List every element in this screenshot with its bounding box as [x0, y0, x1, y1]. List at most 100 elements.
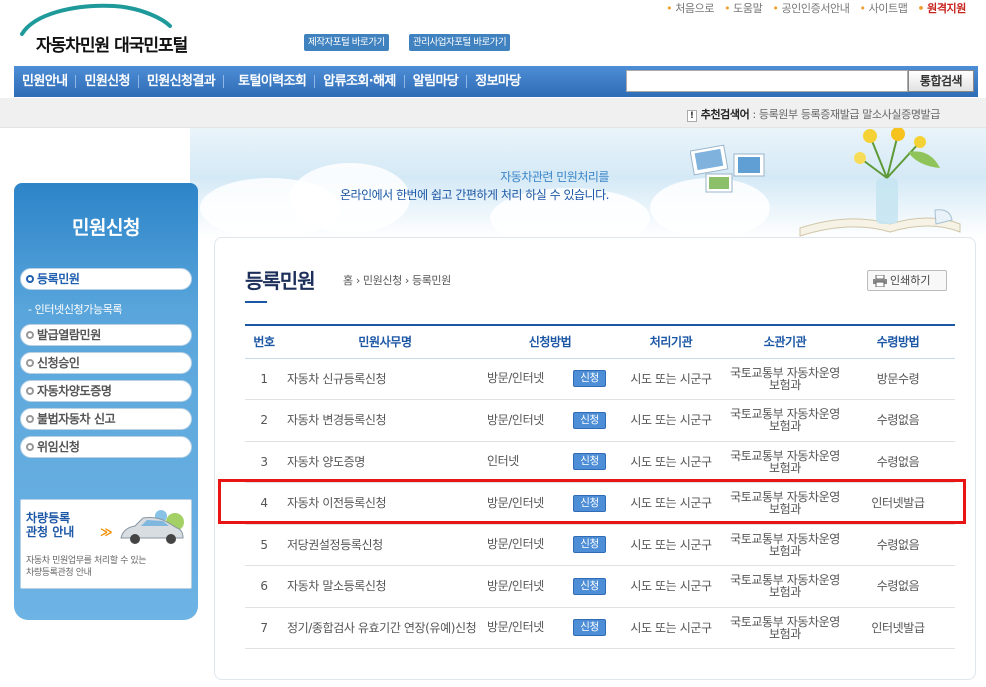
apply-button[interactable]: 신청: [573, 619, 606, 637]
sidebar-item-transfer-cert[interactable]: 자동차양도증명: [20, 380, 192, 402]
cell-owner: 국토교통부 자동차운영보험과: [729, 399, 841, 442]
apply-button[interactable]: 신청: [573, 453, 606, 471]
business-portal-link[interactable]: 관리사업자포털 바로가기: [409, 34, 511, 51]
cell-method: 인터넷 신청: [487, 441, 613, 483]
cell-name[interactable]: 자동차 변경등록신청: [283, 399, 487, 442]
table-row: 2 자동차 변경등록신청 방문/인터넷 신청 시도 또는 시군구 국토교통부 자동…: [245, 399, 955, 442]
col-header-owner: 소관기관: [729, 324, 841, 359]
recommend-keyword-list[interactable]: 등록원부 등록증재발급 말소사실증명발급: [759, 108, 941, 121]
table-row: 7 정기/종합검사 유효기간 연장(유예)신청 방문/인터넷 신청 시도 또는 시…: [245, 607, 955, 649]
utility-links: • 처음으로 • 도움말 • 공인인증서안내 • 사이트맵 • 원격지원: [666, 0, 966, 16]
nav-item-apply[interactable]: 민원신청: [76, 66, 137, 97]
cell-no: 7: [245, 607, 283, 649]
sidebar: 민원신청 등록민원 - 인터넷신청가능목록 발급열람민원 신청승인 자동차양도증…: [14, 183, 198, 620]
cell-no: 2: [245, 399, 283, 442]
cell-agency: 시도 또는 시군구: [613, 441, 729, 483]
nav-item-info[interactable]: 정보마당: [467, 66, 528, 97]
bullet-icon: [26, 331, 34, 339]
cell-owner: 국토교통부 자동차운영보험과: [729, 358, 841, 400]
sidebar-subitem-internet-list[interactable]: - 인터넷신청가능목록: [28, 301, 123, 317]
col-header-receive: 수령방법: [841, 324, 955, 359]
table-row: 3 자동차 양도증명 인터넷 신청 시도 또는 시군구 국토교통부 자동차운영보험…: [245, 441, 955, 483]
sidebar-title: 민원신청: [72, 217, 140, 239]
util-cert-link[interactable]: • 공인인증서안내: [772, 0, 850, 16]
cell-receive: 수령없음: [841, 441, 955, 483]
main-content: 등록민원 홈 › 민원신청 › 등록민원 인쇄하기 번호 민원사무명 신청방법 …: [214, 237, 976, 680]
apply-button[interactable]: 신청: [573, 536, 606, 554]
photo-frames-icon: [690, 144, 765, 193]
cell-name[interactable]: 자동차 말소등록신청: [283, 565, 487, 608]
sidebar-item-illegal-report[interactable]: 불법자동차 신고: [20, 408, 192, 430]
bullet-icon: [26, 443, 34, 451]
bullet-icon: [26, 275, 34, 283]
cell-agency: 시도 또는 시군구: [613, 399, 729, 442]
recommend-bar: ! 추천검색어 : 등록원부 등록증재발급 말소사실증명발급: [0, 98, 986, 128]
cell-no: 3: [245, 441, 283, 483]
bullet-icon: [26, 415, 34, 423]
cell-method: 방문/인터넷 신청: [487, 565, 613, 608]
nav-item-guide[interactable]: 민원안내: [14, 66, 75, 97]
breadcrumb: 홈 › 민원신청 › 등록민원: [343, 274, 451, 287]
cell-agency: 시도 또는 시군구: [613, 358, 729, 400]
cell-receive: 인터넷발급: [841, 607, 955, 649]
apply-button[interactable]: 신청: [573, 370, 606, 388]
col-header-no: 번호: [245, 324, 283, 359]
cell-method: 방문/인터넷 신청: [487, 358, 613, 400]
cell-owner: 국토교통부 자동차운영보험과: [729, 565, 841, 608]
cell-agency: 시도 또는 시군구: [613, 565, 729, 608]
util-sitemap-link[interactable]: • 사이트맵: [859, 0, 907, 16]
logo-text: 자동차민원 대국민포털: [36, 36, 188, 56]
title-underline: [245, 301, 267, 303]
cell-no: 5: [245, 524, 283, 566]
sidebar-item-issuance[interactable]: 발급열람민원: [20, 324, 192, 346]
nav-item-seizure[interactable]: 압류조회·해제: [315, 66, 404, 97]
col-header-agency: 처리기관: [613, 324, 729, 359]
util-help-link[interactable]: • 도움말: [724, 0, 763, 16]
main-nav: 민원안내 민원신청 민원신청결과 토털이력조회 압류조회·해제 알림마당 정보마…: [14, 66, 978, 97]
print-button[interactable]: 인쇄하기: [867, 270, 947, 291]
bullet-icon: [26, 359, 34, 367]
bullet-icon: [26, 387, 34, 395]
cell-owner: 국토교통부 자동차운영보험과: [729, 441, 841, 483]
table-row: 5 저당권설정등록신청 방문/인터넷 신청 시도 또는 시군구 국토교통부 자동차…: [245, 524, 955, 566]
apply-button[interactable]: 신청: [573, 411, 606, 429]
nav-item-notice[interactable]: 알림마당: [405, 66, 466, 97]
table-row: 6 자동차 말소등록신청 방문/인터넷 신청 시도 또는 시군구 국토교통부 자동…: [245, 565, 955, 608]
sidebar-item-approval[interactable]: 신청승인: [20, 352, 192, 374]
sidebar-item-registration[interactable]: 등록민원: [20, 268, 192, 290]
sidebar-item-delegation[interactable]: 위임신청: [20, 436, 192, 458]
maker-portal-link[interactable]: 제작자포털 바로가기: [304, 34, 389, 51]
alert-icon: !: [686, 110, 697, 122]
car-icon: [120, 510, 184, 544]
cell-agency: 시도 또는 시군구: [613, 607, 729, 649]
cell-method: 방문/인터넷 신청: [487, 399, 613, 442]
promo-arrow-icon: ≫: [100, 525, 113, 539]
cell-receive: 수령없음: [841, 399, 955, 442]
nav-item-results[interactable]: 민원신청결과: [139, 66, 223, 97]
search-button[interactable]: 통합검색: [908, 70, 974, 92]
print-icon: [873, 275, 887, 287]
row-highlight-box: [218, 479, 966, 524]
col-header-method: 신청방법: [487, 324, 613, 359]
cell-name[interactable]: 저당권설정등록신청: [283, 524, 487, 566]
table-row: 1 자동차 신규등록신청 방문/인터넷 신청 시도 또는 시군구 국토교통부 자동…: [245, 358, 955, 400]
search-input[interactable]: [626, 70, 908, 92]
cell-name[interactable]: 자동차 양도증명: [283, 441, 487, 483]
registration-office-promo[interactable]: 차량등록 관청 안내 ≫ 자동차 민원업무를 처리할 수 있는 차량등록관청 안…: [20, 499, 192, 589]
page-title: 등록민원: [245, 269, 316, 293]
util-remote-link[interactable]: • 원격지원: [917, 0, 966, 16]
apply-button[interactable]: 신청: [573, 577, 606, 595]
nav-item-history[interactable]: 토털이력조회: [224, 66, 314, 97]
promo-title: 차량등록 관청 안내: [26, 511, 75, 539]
util-home-link[interactable]: • 처음으로: [666, 0, 714, 16]
cell-name[interactable]: 정기/종합검사 유효기간 연장(유예)신청: [283, 607, 487, 649]
cell-receive: 방문수령: [841, 358, 955, 400]
cell-agency: 시도 또는 시군구: [613, 524, 729, 566]
cell-method: 방문/인터넷 신청: [487, 607, 613, 649]
promo-description: 자동차 민원업무를 처리할 수 있는 차량등록관청 안내: [26, 556, 147, 578]
col-header-name: 민원사무명: [283, 324, 487, 359]
cell-name[interactable]: 자동차 신규등록신청: [283, 358, 487, 400]
banner-text: 자동차관련 민원처리를 온라인에서 한번에 쉽고 간편하게 처리 하실 수 있습…: [340, 170, 609, 202]
site-logo[interactable]: 자동차민원 대국민포털: [14, 0, 214, 58]
cell-owner: 국토교통부 자동차운영보험과: [729, 607, 841, 649]
